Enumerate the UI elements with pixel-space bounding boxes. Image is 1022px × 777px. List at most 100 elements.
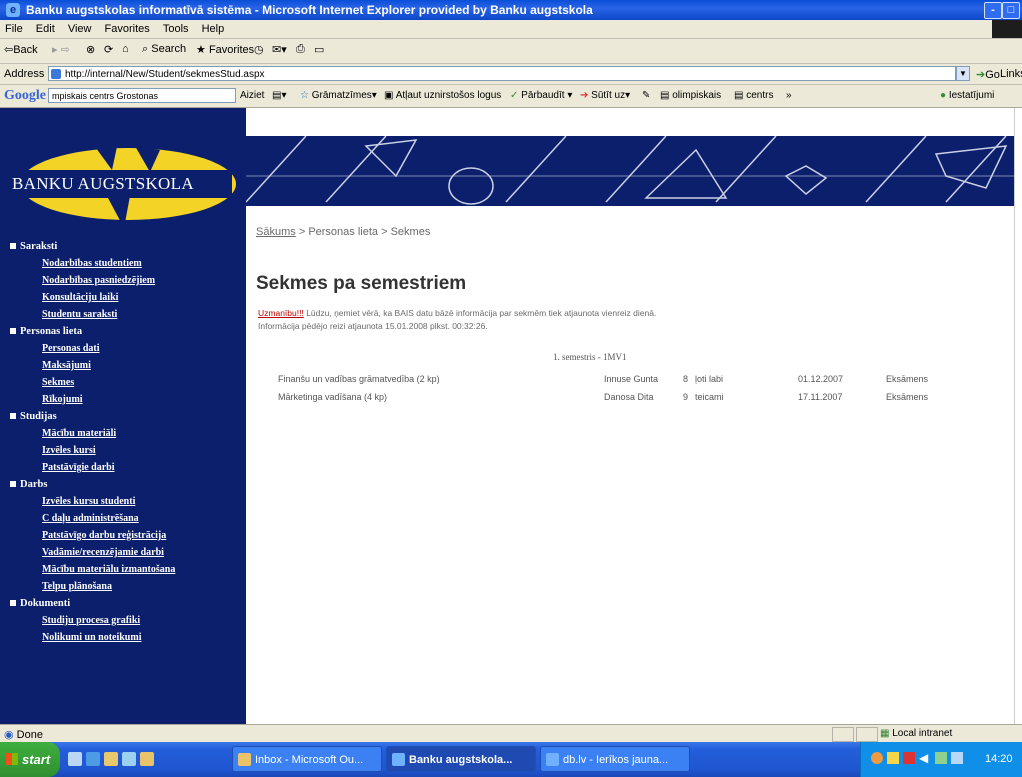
print-icon[interactable]: ⎙ bbox=[296, 43, 305, 56]
network-icon[interactable] bbox=[935, 752, 947, 764]
popup-allow-button[interactable]: ▣ Atļaut uznirstošos logus bbox=[384, 90, 501, 101]
history-icon[interactable]: ◷ bbox=[254, 43, 264, 56]
breadcrumb-personas-lieta: Personas lieta bbox=[308, 226, 379, 238]
check-label: Pārbaudīt bbox=[521, 90, 565, 101]
send-icon: ➔ bbox=[580, 90, 589, 101]
nav-item-rikojumi[interactable]: Rīkojumi bbox=[10, 391, 240, 408]
warning-prefix: Uzmanību!!! bbox=[258, 308, 304, 318]
menu-tools[interactable]: Tools bbox=[158, 20, 194, 35]
nav-item-studentu-saraksti[interactable]: Studentu saraksti bbox=[10, 306, 240, 323]
taskbar-button-inbox[interactable]: Inbox - Microsoft Ou... bbox=[232, 746, 382, 772]
nav-section-personas-lieta[interactable]: Personas lieta bbox=[10, 323, 240, 340]
menu-help[interactable]: Help bbox=[197, 20, 230, 35]
settings-button[interactable]: ● Iestatījumi bbox=[940, 90, 994, 101]
nav-section-saraksti[interactable]: Saraksti bbox=[10, 238, 240, 255]
search-term-2[interactable]: ▤ centrs bbox=[734, 90, 773, 101]
menu-bar: File Edit View Favorites Tools Help bbox=[0, 20, 1022, 39]
nav-item-macibu-materialu-izmantosana[interactable]: Mācību materiālu izmantošana bbox=[10, 561, 240, 578]
edit-icon[interactable]: ▭ bbox=[314, 43, 324, 56]
taskbar: start Inbox - Microsoft Ou... Banku augs… bbox=[0, 742, 1022, 777]
nav-item-izveles-kursi[interactable]: Izvēles kursi bbox=[10, 442, 240, 459]
check-button[interactable]: ✓ Pārbaudīt ▾ bbox=[510, 90, 572, 101]
nav-section-dokumenti[interactable]: Dokumenti bbox=[10, 595, 240, 612]
stop-icon[interactable]: ⊗ bbox=[86, 43, 95, 56]
address-bar: Address http://internal/New/Student/sekm… bbox=[0, 64, 1022, 85]
nav-item-patstavigie-darbi[interactable]: Patstāvīgie darbi bbox=[10, 459, 240, 476]
nav-item-maksajumi[interactable]: Maksājumi bbox=[10, 357, 240, 374]
menu-favorites[interactable]: Favorites bbox=[100, 20, 155, 35]
highlight-icon[interactable]: ✎ bbox=[642, 90, 650, 101]
tray-app-icon[interactable] bbox=[887, 752, 899, 764]
maximize-button[interactable]: □ bbox=[1002, 2, 1020, 19]
nav-item-studiju-procesa-grafiki[interactable]: Studiju procesa grafiki bbox=[10, 612, 240, 629]
section-title: Personas lieta bbox=[20, 326, 83, 337]
nav-item-c-dalu-administresana[interactable]: C daļu administrēšana bbox=[10, 510, 240, 527]
refresh-icon[interactable]: ⟳ bbox=[104, 43, 113, 56]
back-button[interactable]: ⇦Back bbox=[4, 43, 38, 56]
nav-item-vadamie-recenzejamie-darbi[interactable]: Vadāmie/recenzējamie darbi bbox=[10, 544, 240, 561]
google-logo[interactable]: Google bbox=[4, 88, 46, 104]
standard-toolbar: ⇦Back ▸ ⇨ ⊗ ⟳ ⌂ ⌕ Search ★ Favorites ◷ ✉… bbox=[0, 39, 1022, 64]
volume-icon[interactable]: ◀ bbox=[919, 751, 928, 765]
go-button[interactable]: ➔Go bbox=[976, 68, 1000, 81]
google-go-button[interactable]: Aiziet bbox=[240, 90, 264, 101]
home-icon[interactable]: ⌂ bbox=[122, 43, 129, 55]
header-banner bbox=[246, 135, 1022, 206]
menu-edit[interactable]: Edit bbox=[31, 20, 60, 35]
messenger-icon[interactable] bbox=[122, 752, 136, 766]
search-term-1[interactable]: ▤ olimpiskais bbox=[660, 90, 721, 101]
menu-file[interactable]: File bbox=[0, 20, 28, 35]
menu-view[interactable]: View bbox=[63, 20, 97, 35]
breadcrumb-home-link[interactable]: Sākums bbox=[256, 226, 296, 238]
nav-item-nolikumi-un-noteikumi[interactable]: Nolikumi un noteikumi bbox=[10, 629, 240, 646]
outlook-icon[interactable] bbox=[104, 752, 118, 766]
nav-item-personas-dati[interactable]: Personas dati bbox=[10, 340, 240, 357]
google-page-icon[interactable]: ▤▾ bbox=[272, 90, 286, 101]
ie-quicklaunch-icon[interactable] bbox=[86, 752, 100, 766]
nav-item-telpu-planosana[interactable]: Telpu plānošana bbox=[10, 578, 240, 595]
taskbar-button-db[interactable]: db.lv - Ierīkos jauna... bbox=[540, 746, 690, 772]
sidebar-nav: Saraksti Nodarbības studentiem Nodarbība… bbox=[10, 238, 240, 646]
tray-app-icon[interactable] bbox=[951, 752, 963, 764]
windows-logo-icon bbox=[992, 20, 1022, 38]
address-url: http://internal/New/Student/sekmesStud.a… bbox=[65, 69, 265, 80]
nav-item-nodarbibas-studentiem[interactable]: Nodarbības studentiem bbox=[10, 255, 240, 272]
tray-app-icon[interactable] bbox=[903, 752, 915, 764]
warning-text: Lūdzu, ņemiet vērā, ka BAIS datu bāzē in… bbox=[303, 308, 657, 318]
tray-app-icon[interactable] bbox=[871, 752, 883, 764]
banku-augstskola-logo[interactable]: BANKU AUGSTSKOLA bbox=[0, 136, 246, 236]
vertical-scrollbar[interactable] bbox=[1014, 108, 1022, 724]
nav-item-macibu-materiali[interactable]: Mācību materiāli bbox=[10, 425, 240, 442]
grade-value: 8 bbox=[683, 374, 689, 384]
desktop-icon[interactable] bbox=[68, 752, 82, 766]
google-search-input[interactable]: mpiskais centrs Grostonas bbox=[48, 88, 236, 103]
address-label: Address bbox=[4, 68, 45, 80]
more-chevron-icon[interactable]: » bbox=[786, 90, 792, 101]
nav-item-izveles-kursu-studenti[interactable]: Izvēles kursu studenti bbox=[10, 493, 240, 510]
minimize-button[interactable]: - bbox=[984, 2, 1002, 19]
start-button[interactable]: start bbox=[0, 742, 60, 777]
section-title: Saraksti bbox=[20, 241, 58, 252]
folder-icon[interactable] bbox=[140, 752, 154, 766]
address-dropdown-icon[interactable]: ▼ bbox=[956, 66, 970, 81]
nav-section-studijas[interactable]: Studijas bbox=[10, 408, 240, 425]
send-to-button[interactable]: ➔ Sūtīt uz▾ bbox=[580, 90, 630, 101]
teacher-name: Innuse Gunta bbox=[604, 374, 659, 384]
semester-title: 1. semestris - 1MV1 bbox=[553, 352, 627, 362]
forward-button-icon[interactable]: ▸ ⇨ bbox=[52, 43, 70, 56]
grade-date: 17.11.2007 bbox=[798, 392, 843, 402]
nav-item-nodarbibas-pasniedzejiem[interactable]: Nodarbības pasniedzējiem bbox=[10, 272, 240, 289]
bullet-icon bbox=[10, 243, 16, 249]
address-input[interactable]: http://internal/New/Student/sekmesStud.a… bbox=[48, 66, 956, 81]
nav-section-darbs[interactable]: Darbs bbox=[10, 476, 240, 493]
search-button[interactable]: ⌕ Search bbox=[142, 43, 186, 56]
bookmarks-button[interactable]: ☆ Grāmatzīmes▾ bbox=[300, 90, 377, 101]
links-button[interactable]: Links bbox=[1000, 68, 1022, 80]
nav-item-konsultaciju-laiki[interactable]: Konsultāciju laiki bbox=[10, 289, 240, 306]
nav-item-patstavigo-darbu-registracija[interactable]: Patstāvīgo darbu reģistrācija bbox=[10, 527, 240, 544]
taskbar-button-banku[interactable]: Banku augstskola... bbox=[386, 746, 536, 772]
mail-icon[interactable]: ✉▾ bbox=[272, 43, 287, 56]
nav-item-sekmes[interactable]: Sekmes bbox=[10, 374, 240, 391]
search-term-2-label: centrs bbox=[746, 90, 774, 101]
favorites-button[interactable]: ★ Favorites bbox=[196, 43, 254, 56]
